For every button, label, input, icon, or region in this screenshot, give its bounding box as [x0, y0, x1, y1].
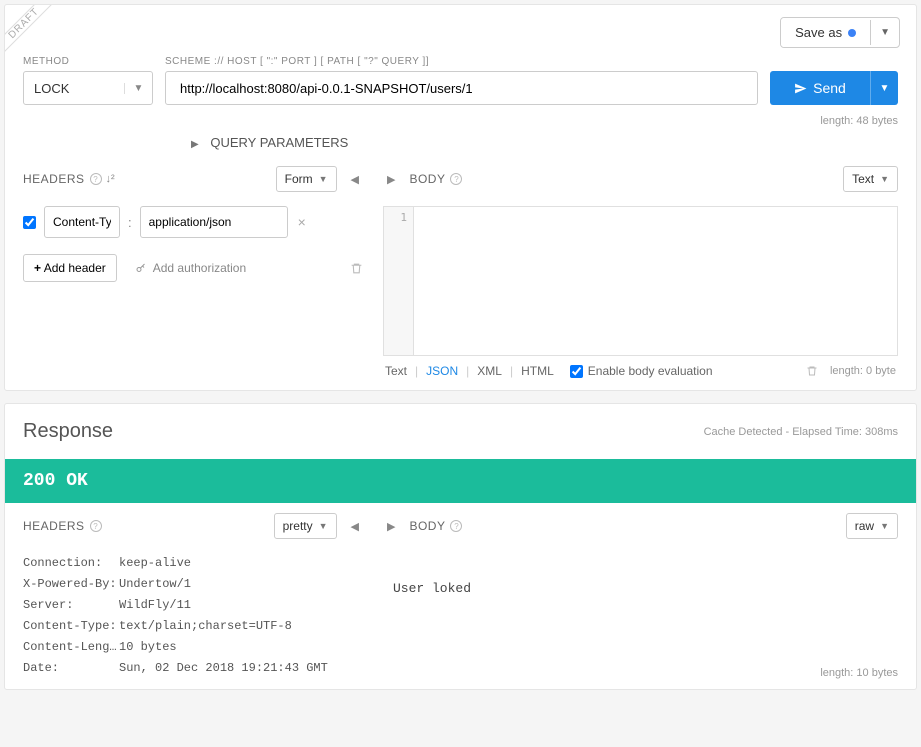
paper-plane-icon — [794, 82, 807, 95]
chevron-down-icon[interactable]: ▼ — [124, 83, 152, 94]
resp-body-mode-dropdown[interactable]: raw▼ — [846, 513, 898, 539]
headers-mode-label: Form — [285, 172, 313, 186]
header-name-input[interactable] — [44, 206, 120, 238]
headers-mode-dropdown[interactable]: Form▼ — [276, 166, 337, 192]
resp-header-row: Content-Leng…10 bytes — [23, 637, 363, 658]
body-mode-dropdown[interactable]: Text▼ — [843, 166, 898, 192]
resp-body-length-note: length: 10 bytes — [820, 667, 898, 679]
response-headers-pane: HEADERS ? pretty▼ ◀ Connection:keep-aliv… — [13, 513, 373, 679]
status-bar: 200 OK — [5, 459, 916, 503]
resp-header-row: Date:Sun, 02 Dec 2018 19:21:43 GMT — [23, 658, 363, 679]
save-as-button[interactable]: Save as — [781, 18, 870, 47]
method-label: METHOD — [23, 56, 153, 67]
header-value-input[interactable] — [140, 206, 288, 238]
header-enable-checkbox[interactable] — [23, 216, 36, 229]
header-row: : × — [23, 206, 363, 238]
resp-header-value: Sun, 02 Dec 2018 19:21:43 GMT — [119, 658, 328, 679]
response-meta: Cache Detected - Elapsed Time: 308ms — [704, 426, 898, 438]
send-button[interactable]: Send — [770, 71, 870, 105]
resp-header-value: 10 bytes — [119, 637, 177, 658]
help-icon[interactable]: ? — [90, 173, 102, 185]
key-icon — [135, 262, 147, 274]
help-icon[interactable]: ? — [450, 173, 462, 185]
resp-header-row: Connection:keep-alive — [23, 553, 363, 574]
enable-body-eval-checkbox[interactable] — [570, 365, 583, 378]
response-title: Response — [23, 420, 113, 443]
unsaved-indicator-icon — [848, 29, 856, 37]
resp-header-value: WildFly/11 — [119, 595, 191, 616]
remove-header-icon[interactable]: × — [296, 214, 308, 230]
collapse-right-icon[interactable]: ▶ — [383, 171, 399, 188]
save-as-group: Save as ▼ — [780, 17, 900, 48]
format-text[interactable]: Text — [385, 364, 407, 378]
trash-icon[interactable] — [350, 262, 363, 275]
response-body-text: User loked — [383, 553, 898, 606]
add-authorization-button[interactable]: Add authorization — [135, 261, 246, 275]
resp-header-value: text/plain;charset=UTF-8 — [119, 616, 292, 637]
caret-right-icon: ▶ — [191, 139, 199, 150]
query-parameters-label: QUERY PARAMETERS — [210, 135, 348, 150]
trash-icon[interactable] — [806, 365, 818, 377]
format-html[interactable]: HTML — [521, 364, 554, 378]
response-card: Response Cache Detected - Elapsed Time: … — [4, 403, 917, 690]
resp-header-row: X-Powered-By:Undertow/1 — [23, 574, 363, 595]
resp-header-key: Connection: — [23, 553, 119, 574]
help-icon[interactable]: ? — [90, 520, 102, 532]
headers-title: HEADERS — [23, 172, 85, 186]
send-label: Send — [813, 80, 846, 96]
resp-header-row: Server:WildFly/11 — [23, 595, 363, 616]
method-select[interactable]: LOCK ▼ — [23, 71, 153, 105]
resp-headers-title: HEADERS — [23, 519, 85, 533]
request-card: DRAFT Save as ▼ METHOD LOCK ▼ SCHEME ://… — [4, 4, 917, 391]
resp-headers-mode-dropdown[interactable]: pretty▼ — [274, 513, 337, 539]
resp-header-key: X-Powered-By: — [23, 574, 119, 595]
resp-body-title: BODY — [409, 519, 445, 533]
resp-header-key: Date: — [23, 658, 119, 679]
resp-header-key: Server: — [23, 595, 119, 616]
enable-body-eval[interactable]: Enable body evaluation — [570, 364, 713, 378]
resp-header-key: Content-Leng… — [23, 637, 119, 658]
resp-header-value: Undertow/1 — [119, 574, 191, 595]
body-editor[interactable]: 1 — [383, 206, 898, 356]
resp-header-key: Content-Type: — [23, 616, 119, 637]
url-label: SCHEME :// HOST [ ":" PORT ] [ PATH [ "?… — [165, 56, 758, 67]
send-dropdown[interactable]: ▼ — [870, 71, 898, 105]
help-icon[interactable]: ? — [450, 520, 462, 532]
collapse-left-icon[interactable]: ◀ — [347, 171, 363, 188]
query-parameters-toggle[interactable]: ▶ QUERY PARAMETERS — [5, 131, 916, 166]
resp-header-value: keep-alive — [119, 553, 191, 574]
method-value: LOCK — [24, 81, 124, 96]
request-line: METHOD LOCK ▼ SCHEME :// HOST [ ":" PORT… — [5, 52, 916, 113]
sort-icon[interactable]: ↓² — [106, 173, 115, 185]
format-xml[interactable]: XML — [477, 364, 502, 378]
save-as-label: Save as — [795, 25, 842, 40]
body-title: BODY — [409, 172, 445, 186]
collapse-left-icon[interactable]: ◀ — [347, 518, 363, 535]
top-bar: Save as ▼ — [5, 5, 916, 52]
body-length-note: length: 0 byte — [830, 365, 896, 377]
resp-header-row: Content-Type:text/plain;charset=UTF-8 — [23, 616, 363, 637]
url-input[interactable] — [165, 71, 758, 105]
format-json[interactable]: JSON — [426, 364, 458, 378]
request-body-pane: ▶ BODY ? Text▼ 1 Text| JSON| XML| HTML — [373, 166, 908, 378]
line-gutter: 1 — [384, 207, 414, 355]
save-as-dropdown[interactable]: ▼ — [870, 20, 899, 45]
url-length-note: length: 48 bytes — [820, 115, 898, 127]
request-headers-pane: HEADERS ? ↓² Form▼ ◀ : × + Add h — [13, 166, 373, 378]
collapse-right-icon[interactable]: ▶ — [383, 518, 399, 535]
response-body-pane: ▶ BODY ? raw▼ User loked length: 10 byte… — [373, 513, 908, 679]
add-header-button[interactable]: + Add header — [23, 254, 117, 282]
